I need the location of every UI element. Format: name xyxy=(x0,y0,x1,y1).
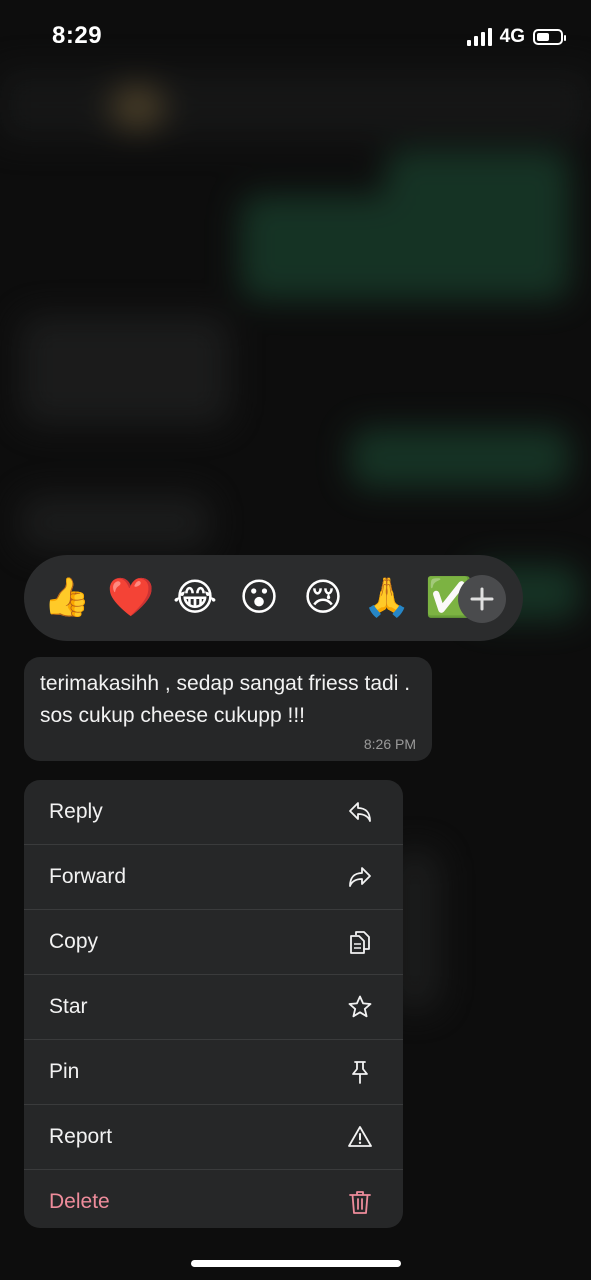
reaction-crying[interactable]: 😢 xyxy=(298,575,348,621)
message-timestamp: 8:26 PM xyxy=(363,736,416,752)
menu-item-pin[interactable]: Pin xyxy=(24,1039,403,1104)
menu-item-label: Copy xyxy=(49,930,99,953)
reaction-folded-hands[interactable]: 🙏 xyxy=(362,575,412,621)
menu-item-label: Delete xyxy=(49,1190,110,1213)
message-text: terimakasihh , sedap sangat friess tadi … xyxy=(40,672,411,727)
menu-item-report[interactable]: Report xyxy=(24,1104,403,1169)
menu-item-label: Forward xyxy=(49,865,127,888)
reaction-thumbs-up[interactable]: 👍 xyxy=(42,575,92,621)
forward-icon xyxy=(347,864,373,890)
menu-item-star[interactable]: Star xyxy=(24,974,403,1039)
status-time: 8:29 xyxy=(52,22,103,49)
menu-item-label: Report xyxy=(49,1125,113,1148)
pin-icon xyxy=(347,1059,373,1085)
reaction-red-heart[interactable]: ❤️ xyxy=(106,575,156,621)
menu-item-label: Reply xyxy=(49,800,103,823)
status-bar: 8:29 4G xyxy=(0,0,591,76)
menu-item-label: Star xyxy=(49,995,88,1018)
reply-icon xyxy=(347,799,373,825)
menu-item-delete[interactable]: Delete xyxy=(24,1169,403,1228)
menu-item-label: Pin xyxy=(49,1060,80,1083)
warning-icon xyxy=(347,1124,373,1150)
message-context-menu: Reply Forward Copy Star Pin Report Delet… xyxy=(24,780,403,1228)
trash-icon xyxy=(347,1189,373,1215)
battery-icon xyxy=(533,29,566,45)
more-reactions-button[interactable] xyxy=(458,575,506,623)
network-type: 4G xyxy=(499,26,525,47)
battery-level xyxy=(537,33,549,41)
home-indicator[interactable] xyxy=(191,1260,401,1267)
message-bubble: terimakasihh , sedap sangat friess tadi … xyxy=(24,657,432,761)
star-icon xyxy=(347,994,373,1020)
status-indicators: 4G xyxy=(466,26,566,48)
plus-icon xyxy=(470,587,494,611)
menu-item-forward[interactable]: Forward xyxy=(24,844,403,909)
menu-item-reply[interactable]: Reply xyxy=(24,780,403,844)
reaction-bar: 👍 ❤️ 😂 😮 😢 🙏 ✅ xyxy=(24,555,523,641)
cellular-signal-icon xyxy=(466,28,492,46)
reaction-surprised[interactable]: 😮 xyxy=(234,575,284,621)
reaction-tears-of-joy[interactable]: 😂 xyxy=(170,575,220,621)
copy-icon xyxy=(347,929,373,955)
menu-item-copy[interactable]: Copy xyxy=(24,909,403,974)
